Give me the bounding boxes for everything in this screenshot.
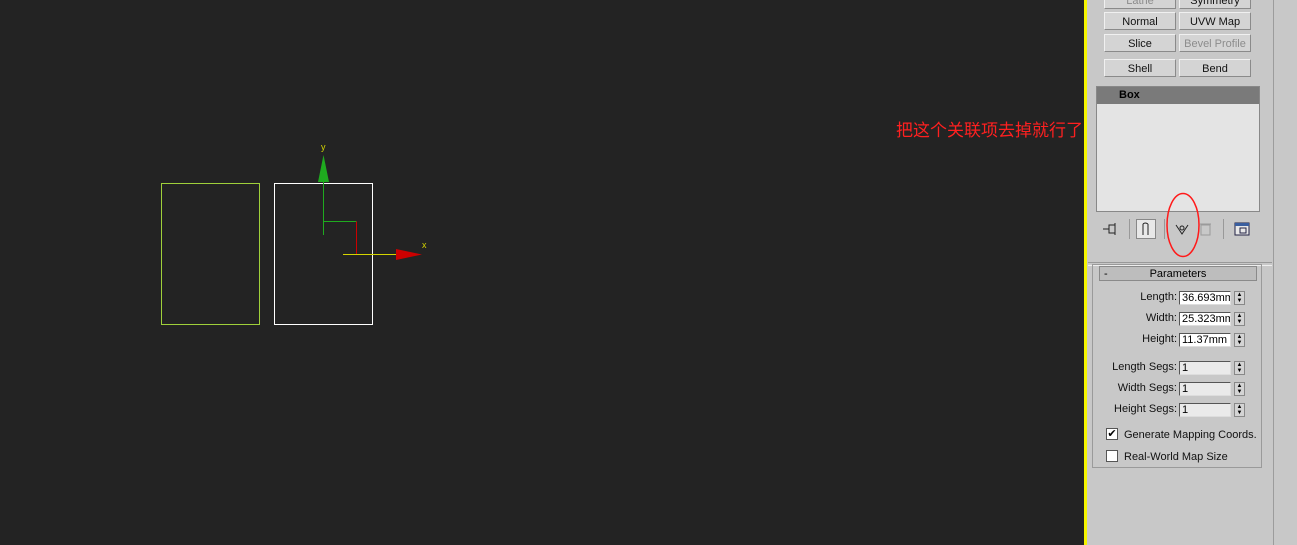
height-spinner[interactable]: ▲ ▼	[1234, 333, 1245, 347]
gizmo-y-arrow[interactable]	[318, 155, 329, 182]
height-segs-field[interactable]: 1	[1179, 403, 1231, 417]
length-segs-field[interactable]: 1	[1179, 361, 1231, 375]
modifier-stack-item-box[interactable]: Box	[1097, 87, 1259, 104]
axis-y-label: y	[321, 142, 326, 152]
parameters-rollout-header[interactable]: - Parameters	[1099, 266, 1257, 281]
generate-mapping-checkbox[interactable]: ✔	[1106, 428, 1118, 440]
length-spinner[interactable]: ▲ ▼	[1234, 291, 1245, 305]
modifier-button-normal[interactable]: Normal	[1104, 12, 1176, 30]
length-segs-label: Length Segs:	[1112, 361, 1177, 373]
length-segs-spinner[interactable]: ▲ ▼	[1234, 361, 1245, 375]
gizmo-x-arrow[interactable]	[396, 249, 422, 260]
parameters-title: Parameters	[1149, 268, 1207, 280]
annotation-note: 把这个关联项去掉就行了	[896, 121, 1083, 141]
length-label: Length:	[1140, 291, 1177, 303]
collapse-icon[interactable]: -	[1104, 267, 1108, 281]
modifier-button-uvw-map[interactable]: UVW Map	[1179, 12, 1251, 30]
real-world-map-label: Real-World Map Size	[1124, 451, 1228, 463]
width-segs-label: Width Segs:	[1117, 382, 1177, 394]
width-spinner[interactable]: ▲ ▼	[1234, 312, 1245, 326]
axis-x-label: x	[422, 240, 427, 250]
viewport[interactable]: y x	[0, 0, 1084, 545]
real-world-map-checkbox[interactable]	[1106, 450, 1118, 462]
width-segs-field[interactable]: 1	[1179, 382, 1231, 396]
width-segs-spinner[interactable]: ▲ ▼	[1234, 382, 1245, 396]
toolbar-divider	[1129, 219, 1130, 239]
modifier-button-bend[interactable]: Bend	[1179, 59, 1251, 77]
modifier-button-shell[interactable]: Shell	[1104, 59, 1176, 77]
configure-modifier-sets-icon[interactable]	[1232, 219, 1252, 239]
modifier-button-slice[interactable]: Slice	[1104, 34, 1176, 52]
length-field[interactable]: 36.693mm	[1179, 291, 1231, 305]
modifier-button-symmetry[interactable]: Symmetry	[1179, 0, 1251, 9]
highlight-circle	[1166, 192, 1200, 258]
toolbar-divider	[1223, 219, 1224, 239]
panel-scrollbar[interactable]	[1273, 0, 1297, 545]
width-field[interactable]: 25.323mm	[1179, 312, 1231, 326]
height-segs-label: Height Segs:	[1114, 403, 1177, 415]
height-label: Height:	[1142, 333, 1177, 345]
pin-stack-icon[interactable]	[1100, 219, 1120, 239]
generate-mapping-label: Generate Mapping Coords.	[1124, 429, 1257, 441]
modifier-button-bevel-profile[interactable]: Bevel Profile	[1179, 34, 1251, 52]
green-box-object[interactable]	[161, 183, 260, 325]
show-end-result-icon[interactable]	[1136, 219, 1156, 239]
height-segs-spinner[interactable]: ▲ ▼	[1234, 403, 1245, 417]
width-label: Width:	[1145, 312, 1177, 324]
viewport-canvas: y x	[161, 142, 427, 325]
modifier-button-lathe[interactable]: Lathe	[1104, 0, 1176, 9]
height-field[interactable]: 11.37mm	[1179, 333, 1231, 347]
